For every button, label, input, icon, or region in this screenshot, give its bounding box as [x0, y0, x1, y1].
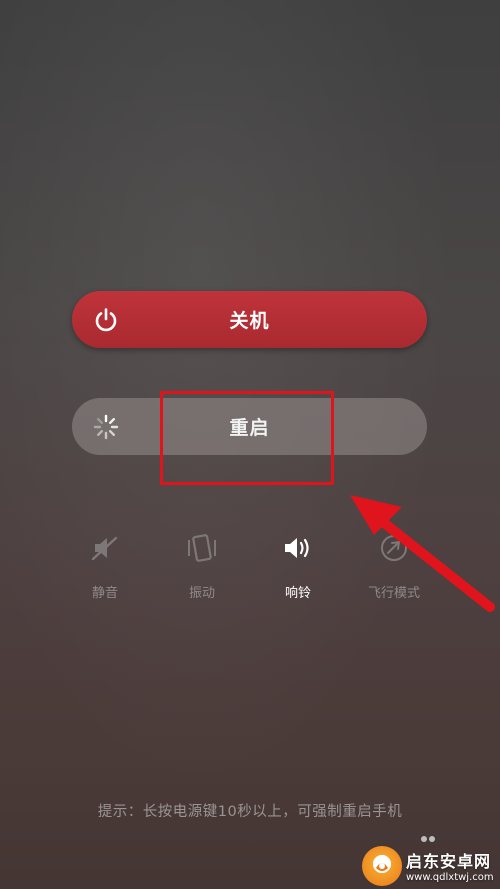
shutdown-label: 关机: [229, 310, 270, 332]
hint-text: 提示：长按电源键10秒以上，可强制重启手机: [97, 804, 403, 820]
spinner-icon: [90, 411, 122, 443]
mode-mute-label: 静音: [91, 586, 118, 601]
vibrate-icon: [182, 528, 222, 568]
mode-ring[interactable]: 响铃: [253, 528, 343, 601]
power-icon: [90, 304, 122, 336]
annotation-highlight-box: [160, 391, 334, 485]
watermark-logo-icon: [362, 845, 402, 886]
mode-vibrate-label: 振动: [188, 586, 215, 601]
mute-icon: [85, 528, 125, 568]
watermark-url: www.qdlxtwj.com: [406, 872, 494, 883]
mode-ring-label: 响铃: [284, 586, 311, 601]
mode-vibrate[interactable]: 振动: [157, 528, 247, 601]
watermark-title: 启东安卓网: [406, 852, 492, 871]
watermark-text: 启东安卓网 www.qdlxtwj.com: [406, 848, 494, 883]
annotation-arrow-icon: [350, 495, 495, 612]
ring-icon: [278, 528, 318, 568]
mode-mute[interactable]: 静音: [60, 528, 150, 601]
shutdown-button[interactable]: 关机: [72, 291, 427, 348]
watermark: 启东安卓网 www.qdlxtwj.com: [362, 842, 500, 889]
